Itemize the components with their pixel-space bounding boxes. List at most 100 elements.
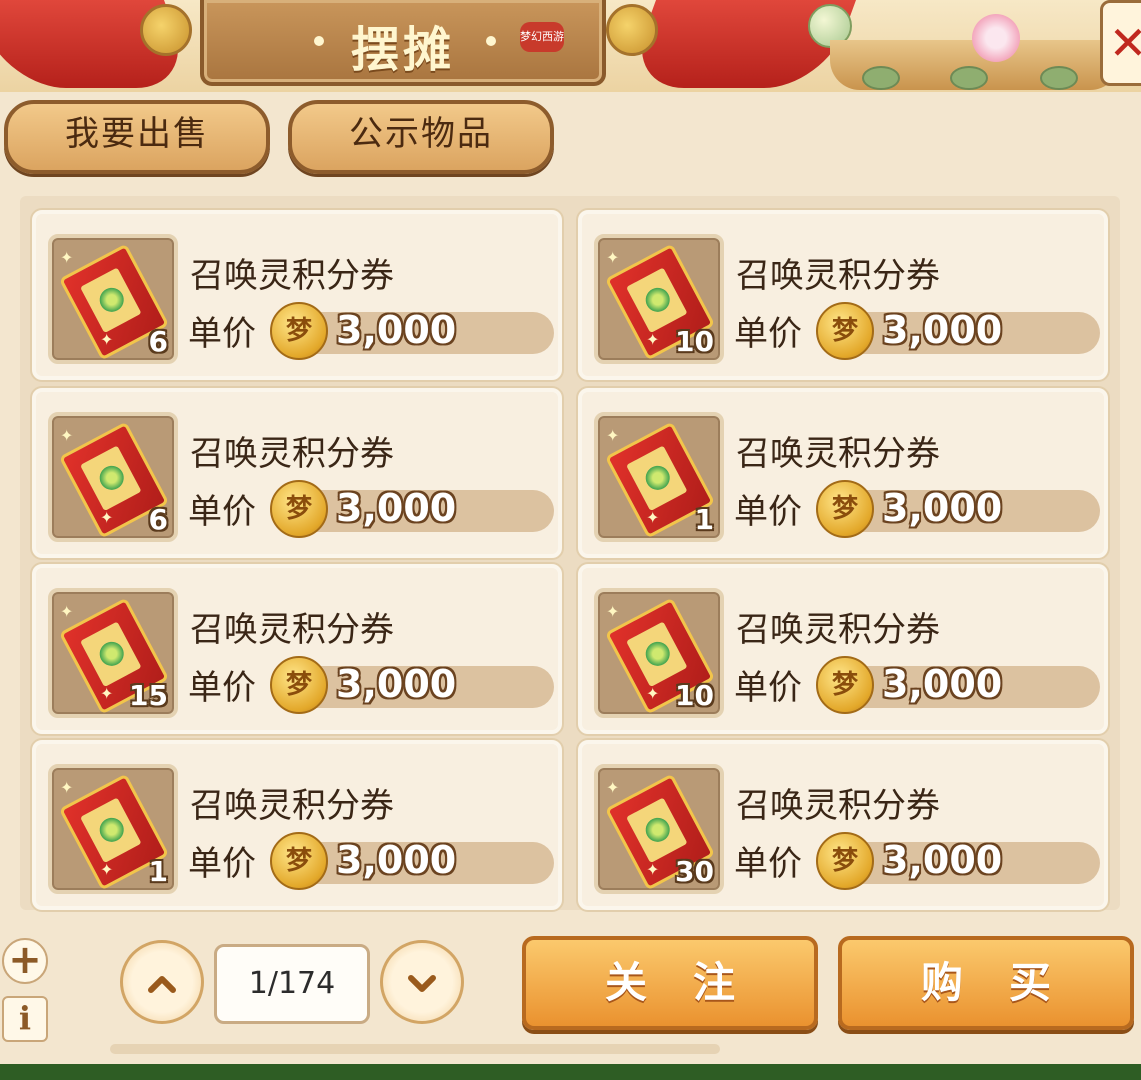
item-list: ✦ ✦ 6 召唤灵积分券 单价梦 3,000 ✦ ✦ 10 召唤灵积分券 单价梦 3,000 ✦ ✦ 6 召唤… [20, 196, 1120, 912]
price-label: 单价 [188, 668, 256, 708]
sparkle-icon: ✦ [60, 426, 74, 445]
game-seal-icon: 梦幻西游 [520, 22, 564, 52]
roof-tile-decoration [862, 66, 900, 90]
ticket-face [626, 621, 688, 688]
item-cell[interactable]: ✦ ✦ 6 召唤灵积分券 单价梦 3,000 [30, 208, 564, 382]
jade-gem-icon [641, 461, 674, 495]
price-value: 3,000 [336, 662, 457, 706]
price-value: 3,000 [336, 838, 457, 882]
coin-icon: 梦 [816, 302, 874, 360]
follow-button[interactable]: 关注 [522, 936, 818, 1030]
item-name: 召唤灵积分券 [736, 786, 940, 826]
add-icon[interactable]: + [2, 938, 48, 984]
close-button[interactable]: ✕ [1100, 0, 1141, 86]
page-indicator: 1/174 [214, 944, 370, 1024]
chevron-up-icon [147, 958, 177, 1004]
item-cell[interactable]: ✦ ✦ 10 召唤灵积分券 单价梦 3,000 [576, 208, 1110, 382]
coin-icon: 梦 [270, 656, 328, 714]
coin-icon: 梦 [270, 832, 328, 890]
buy-button[interactable]: 购买 [838, 936, 1134, 1030]
item-name: 召唤灵积分券 [736, 256, 940, 296]
tab-sell[interactable]: 我要出售 [4, 100, 270, 174]
item-name: 召唤灵积分券 [736, 434, 940, 474]
price-value: 3,000 [336, 486, 457, 530]
item-count: 1 [148, 855, 168, 888]
coin-icon: 梦 [816, 656, 874, 714]
item-name: 召唤灵积分券 [190, 786, 394, 826]
price-label: 单价 [734, 844, 802, 884]
ticket-face [80, 797, 142, 864]
item-icon-slot[interactable]: ✦ ✦ 30 [594, 764, 724, 894]
ticket-face [626, 445, 688, 512]
page-up-button[interactable] [120, 940, 204, 1024]
item-cell[interactable]: ✦ ✦ 1 召唤灵积分券 单价梦 3,000 [576, 386, 1110, 560]
item-count: 6 [148, 503, 168, 536]
item-count: 30 [675, 855, 714, 888]
jade-gem-icon [641, 637, 674, 671]
scroll-track [110, 1044, 720, 1054]
jade-gem-icon [95, 283, 128, 317]
sparkle-icon: ✦ [60, 248, 74, 267]
item-icon-slot[interactable]: ✦ ✦ 1 [48, 764, 178, 894]
roof-tile-decoration [1040, 66, 1078, 90]
item-icon-slot[interactable]: ✦ ✦ 1 [594, 412, 724, 542]
jade-gem-icon [641, 813, 674, 847]
price-value: 3,000 [882, 308, 1003, 352]
item-icon-slot[interactable]: ✦ ✦ 15 [48, 588, 178, 718]
jade-gem-icon [95, 461, 128, 495]
sparkle-icon: ✦ [60, 602, 74, 621]
tab-public-items[interactable]: 公示物品 [288, 100, 554, 174]
sparkle-icon: ✦ [100, 330, 114, 349]
sparkle-icon: ✦ [60, 778, 74, 797]
sparkle-icon: ✦ [606, 602, 620, 621]
title-dot [486, 36, 496, 46]
sparkle-icon: ✦ [646, 860, 660, 879]
sparkle-icon: ✦ [606, 778, 620, 797]
info-icon[interactable]: i [2, 996, 48, 1042]
coin-icon: 梦 [270, 480, 328, 538]
sparkle-icon: ✦ [606, 248, 620, 267]
coin-icon: 梦 [270, 302, 328, 360]
page-down-button[interactable] [380, 940, 464, 1024]
sparkle-icon: ✦ [100, 684, 114, 703]
price-label: 单价 [734, 314, 802, 354]
sparkle-icon: ✦ [606, 426, 620, 445]
price-label: 单价 [734, 668, 802, 708]
coin-icon: 梦 [816, 480, 874, 538]
ribbon-knot-decoration [140, 4, 192, 56]
item-count: 15 [129, 679, 168, 712]
sparkle-icon: ✦ [646, 330, 660, 349]
stall-window: 摆摊 梦幻西游 ✕ 我要出售 公示物品 ✦ ✦ 6 召唤灵积分券 单价梦 3,000 ✦ ✦ 1… [0, 0, 1141, 1080]
chevron-down-icon [407, 958, 437, 1004]
item-count: 1 [694, 503, 714, 536]
item-icon-slot[interactable]: ✦ ✦ 6 [48, 234, 178, 364]
item-count: 10 [675, 679, 714, 712]
price-value: 3,000 [336, 308, 457, 352]
background-strip [0, 1064, 1141, 1080]
ticket-face [626, 797, 688, 864]
item-icon-slot[interactable]: ✦ ✦ 10 [594, 588, 724, 718]
jade-gem-icon [95, 813, 128, 847]
item-cell[interactable]: ✦ ✦ 10 召唤灵积分券 单价梦 3,000 [576, 562, 1110, 736]
sparkle-icon: ✦ [646, 508, 660, 527]
item-name: 召唤灵积分券 [190, 434, 394, 474]
roof-tile-decoration [950, 66, 988, 90]
price-label: 单价 [188, 492, 256, 532]
ticket-face [626, 267, 688, 334]
item-cell[interactable]: ✦ ✦ 1 召唤灵积分券 单价梦 3,000 [30, 738, 564, 912]
coin-icon: 梦 [816, 832, 874, 890]
item-cell[interactable]: ✦ ✦ 15 召唤灵积分券 单价梦 3,000 [30, 562, 564, 736]
item-name: 召唤灵积分券 [190, 256, 394, 296]
jade-gem-icon [641, 283, 674, 317]
sparkle-icon: ✦ [646, 684, 660, 703]
item-icon-slot[interactable]: ✦ ✦ 6 [48, 412, 178, 542]
item-cell[interactable]: ✦ ✦ 6 召唤灵积分券 单价梦 3,000 [30, 386, 564, 560]
item-cell[interactable]: ✦ ✦ 30 召唤灵积分券 单价梦 3,000 [576, 738, 1110, 912]
ticket-face [80, 621, 142, 688]
ticket-face [80, 267, 142, 334]
item-icon-slot[interactable]: ✦ ✦ 10 [594, 234, 724, 364]
sparkle-icon: ✦ [100, 508, 114, 527]
price-label: 单价 [188, 314, 256, 354]
ticket-face [80, 445, 142, 512]
jade-gem-icon [95, 637, 128, 671]
